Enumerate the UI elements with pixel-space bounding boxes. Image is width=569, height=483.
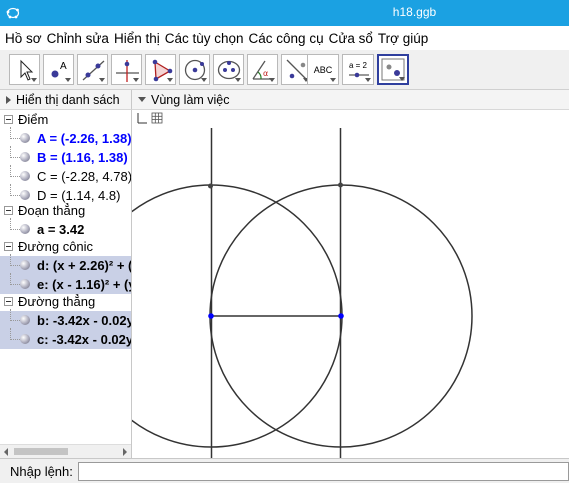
visibility-bullet-icon[interactable] bbox=[20, 224, 30, 234]
tool-perpendicular[interactable] bbox=[111, 54, 142, 85]
toolbar: A α ABC a = 2 bbox=[0, 50, 569, 90]
tool-ellipse[interactable] bbox=[213, 54, 244, 85]
collapse-toggle-icon[interactable] bbox=[4, 115, 13, 124]
visibility-bullet-icon[interactable] bbox=[20, 133, 30, 143]
visibility-bullet-icon[interactable] bbox=[20, 152, 30, 162]
tool-angle[interactable]: α bbox=[247, 54, 278, 85]
scroll-left-icon[interactable] bbox=[4, 448, 8, 456]
svg-text:α: α bbox=[263, 69, 268, 78]
geometry-drawing bbox=[132, 128, 473, 458]
slider-icon: a = 2 bbox=[348, 61, 367, 70]
menu-bar: Hồ sơ Chỉnh sửa Hiển thị Các tùy chọn Cá… bbox=[0, 26, 569, 50]
menu-view[interactable]: Hiển thị bbox=[114, 31, 160, 46]
command-input[interactable] bbox=[78, 462, 569, 481]
collapse-toggle-icon[interactable] bbox=[4, 297, 13, 306]
menu-options[interactable]: Các tùy chọn bbox=[165, 31, 244, 46]
graphics-view-header[interactable]: Vùng làm việc bbox=[131, 90, 569, 110]
tool-point[interactable]: A bbox=[43, 54, 74, 85]
svg-text:A: A bbox=[60, 61, 67, 72]
algebra-view-header[interactable]: Hiển thị danh sách bbox=[0, 90, 131, 110]
tool-text[interactable]: ABC bbox=[307, 54, 339, 85]
point-b[interactable] bbox=[338, 313, 344, 319]
visibility-bullet-icon[interactable] bbox=[20, 315, 30, 325]
tool-polygon[interactable] bbox=[145, 54, 176, 85]
tool-slider[interactable]: a = 2 bbox=[342, 54, 374, 85]
algebra-view-title: Hiển thị danh sách bbox=[16, 92, 120, 107]
graphics-view-canvas[interactable] bbox=[131, 110, 569, 458]
menu-edit[interactable]: Chỉnh sửa bbox=[47, 31, 109, 46]
menu-tools[interactable]: Các công cụ bbox=[249, 31, 324, 46]
graphics-view-title: Vùng làm việc bbox=[151, 92, 230, 107]
list-item[interactable]: e: (x - 1.16)² + (y - 1.38)² = 11.7 bbox=[0, 273, 131, 294]
collapse-toggle-icon[interactable] bbox=[4, 242, 13, 251]
collapse-caret-icon[interactable] bbox=[138, 97, 146, 102]
collapse-toggle-icon[interactable] bbox=[4, 206, 13, 215]
input-bar: Nhập lệnh: bbox=[0, 458, 569, 483]
list-item[interactable]: c: -3.42x - 0.02y = 3.93 bbox=[0, 328, 131, 349]
scroll-right-icon[interactable] bbox=[123, 448, 127, 456]
window-title: h18.ggb bbox=[392, 5, 437, 19]
menu-file[interactable]: Hồ sơ bbox=[5, 31, 42, 46]
algebra-view: Điểm A = (-2.26, 1.38) B = (1.16, 1.38) … bbox=[0, 110, 131, 444]
input-bar-label: Nhập lệnh: bbox=[10, 464, 73, 479]
menu-help[interactable]: Trợ giúp bbox=[378, 31, 428, 46]
tool-move[interactable] bbox=[9, 54, 40, 85]
visibility-bullet-icon[interactable] bbox=[20, 279, 30, 289]
tool-circle[interactable] bbox=[179, 54, 210, 85]
visibility-bullet-icon[interactable] bbox=[20, 260, 30, 270]
algebra-horizontal-scrollbar[interactable] bbox=[0, 444, 131, 458]
visibility-bullet-icon[interactable] bbox=[20, 171, 30, 181]
expand-caret-icon[interactable] bbox=[6, 95, 11, 104]
point-a[interactable] bbox=[208, 313, 214, 319]
point-d[interactable] bbox=[338, 182, 343, 188]
tool-line[interactable] bbox=[77, 54, 108, 85]
point-c[interactable] bbox=[208, 183, 213, 189]
menu-window[interactable]: Cửa sổ bbox=[329, 31, 373, 46]
tool-move-graphics[interactable] bbox=[377, 54, 409, 85]
title-bar: h18.ggb bbox=[0, 0, 569, 26]
insert-text-icon: ABC bbox=[313, 65, 333, 75]
list-item[interactable]: a = 3.42 bbox=[0, 218, 131, 239]
scroll-thumb[interactable] bbox=[14, 448, 68, 455]
visibility-bullet-icon[interactable] bbox=[20, 334, 30, 344]
visibility-bullet-icon[interactable] bbox=[20, 190, 30, 200]
